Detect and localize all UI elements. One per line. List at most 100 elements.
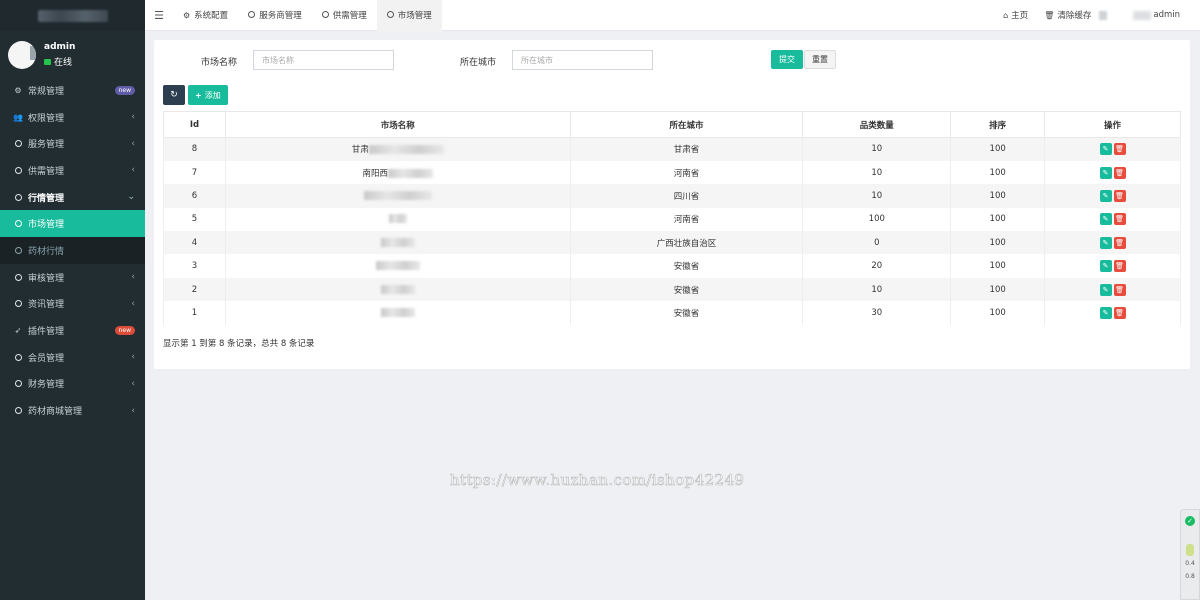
users-icon: 👥 bbox=[13, 112, 23, 122]
cell-actions: ✎ 🗑 bbox=[1044, 231, 1181, 255]
rocket-icon: ➶ bbox=[14, 326, 22, 336]
cell-category-count: 10 bbox=[802, 277, 952, 302]
delete-trash-icon[interactable]: 🗑 bbox=[1113, 166, 1126, 179]
table-row[interactable]: 3 安徽省 20 100 ✎ 🗑 bbox=[163, 254, 1181, 278]
user-menu[interactable]: admin bbox=[1125, 10, 1200, 20]
cell-actions: ✎ 🗑 bbox=[1044, 277, 1181, 302]
sidebar-item-members[interactable]: 会员管理 ‹ bbox=[0, 344, 145, 371]
col-header-sort[interactable]: 排序 bbox=[950, 111, 1046, 138]
sidebar-item-finance[interactable]: 财务管理 ‹ bbox=[0, 371, 145, 398]
table-row[interactable]: 6 四川省 10 100 ✎ 🗑 bbox=[163, 184, 1181, 208]
avatar bbox=[8, 41, 36, 69]
sidebar-item-market[interactable]: 市场管理 bbox=[0, 210, 145, 238]
widget-value-1: 0.4 bbox=[1185, 560, 1195, 567]
edit-pencil-icon[interactable]: ✎ bbox=[1099, 236, 1112, 249]
cell-id: 6 bbox=[163, 184, 226, 208]
col-header-actions: 操作 bbox=[1044, 111, 1181, 138]
cell-actions: ✎ 🗑 bbox=[1044, 184, 1181, 208]
cell-market-name bbox=[224, 184, 571, 208]
hamburger-menu-icon[interactable]: ☰ bbox=[145, 9, 173, 22]
top-navbar: ☰ ⚙ 系统配置 服务商管理 供需管理 市场管理 ⌂ 主页 🗑 清除缓存 admin bbox=[145, 0, 1200, 31]
sidebar-item-supply[interactable]: 供需管理 ‹ bbox=[0, 157, 145, 184]
tab-system-config[interactable]: ⚙ 系统配置 bbox=[173, 0, 238, 31]
edit-pencil-icon[interactable]: ✎ bbox=[1099, 213, 1112, 226]
cell-category-count: 0 bbox=[802, 231, 952, 255]
floating-widget[interactable]: ✓ 0.4 0.8 bbox=[1180, 509, 1200, 600]
circle-icon bbox=[13, 273, 23, 281]
cell-actions: ✎ 🗑 bbox=[1044, 254, 1181, 278]
add-button[interactable]: + 添加 bbox=[188, 85, 228, 105]
cell-sort: 100 bbox=[950, 301, 1046, 325]
edit-pencil-icon[interactable]: ✎ bbox=[1099, 306, 1112, 319]
clear-cache-link[interactable]: 🗑 清除缓存 bbox=[1036, 9, 1099, 22]
sidebar-item-services[interactable]: 服务管理 ‹ bbox=[0, 130, 145, 157]
sidebar-item-permissions[interactable]: 👥 权限管理 ‹ bbox=[0, 104, 145, 131]
col-header-category-count[interactable]: 品类数量 bbox=[802, 111, 952, 138]
edit-pencil-icon[interactable]: ✎ bbox=[1099, 283, 1112, 296]
city-input[interactable]: 所在城市 bbox=[512, 50, 653, 70]
delete-trash-icon[interactable]: 🗑 bbox=[1113, 189, 1126, 202]
cell-city: 安徽省 bbox=[569, 301, 804, 325]
cell-category-count: 30 bbox=[802, 301, 952, 325]
edit-pencil-icon[interactable]: ✎ bbox=[1099, 260, 1112, 273]
market-name-input[interactable]: 市场名称 bbox=[253, 50, 394, 70]
user-panel: admin 在线 bbox=[0, 35, 145, 75]
cell-market-name bbox=[224, 301, 571, 325]
content-card: 市场名称 市场名称 所在城市 所在城市 提交 重置 ↻ + 添加 Id 市场名称 … bbox=[154, 40, 1190, 369]
cell-sort: 100 bbox=[950, 231, 1046, 255]
refresh-button[interactable]: ↻ bbox=[163, 85, 185, 105]
sidebar-item-quotes[interactable]: 行情管理 ⌄ bbox=[0, 184, 145, 211]
fullscreen-icon[interactable] bbox=[1099, 10, 1108, 20]
edit-pencil-icon[interactable]: ✎ bbox=[1099, 189, 1112, 202]
tab-supply-demand[interactable]: 供需管理 bbox=[312, 0, 377, 31]
delete-trash-icon[interactable]: 🗑 bbox=[1113, 236, 1126, 249]
cell-sort: 100 bbox=[950, 160, 1046, 185]
chevron-left-icon: ‹ bbox=[131, 405, 135, 416]
table-header-row: Id 市场名称 所在城市 品类数量 排序 操作 bbox=[163, 111, 1181, 138]
table-row[interactable]: 2 安徽省 10 100 ✎ 🗑 bbox=[163, 277, 1181, 302]
delete-trash-icon[interactable]: 🗑 bbox=[1113, 213, 1126, 226]
home-link[interactable]: ⌂ 主页 bbox=[995, 9, 1036, 22]
delete-trash-icon[interactable]: 🗑 bbox=[1113, 143, 1126, 156]
tab-service-provider[interactable]: 服务商管理 bbox=[238, 0, 312, 31]
table-row[interactable]: 7 南阳西 河南省 10 100 ✎ 🗑 bbox=[163, 160, 1181, 185]
cell-actions: ✎ 🗑 bbox=[1044, 207, 1181, 232]
sidebar-item-herb-quotes[interactable]: 药材行情 bbox=[0, 237, 145, 264]
sidebar-item-herb-mall[interactable]: 药材商城管理 ‹ bbox=[0, 397, 145, 424]
table-toolbar: ↻ + 添加 bbox=[163, 85, 228, 105]
table-row[interactable]: 8 甘肃 甘肃省 10 100 ✎ 🗑 bbox=[163, 137, 1181, 161]
sidebar-item-general[interactable]: ⚙ 常规管理 new bbox=[0, 77, 145, 104]
check-icon: ✓ bbox=[1185, 516, 1195, 526]
refresh-icon: ↻ bbox=[170, 90, 178, 100]
pagination-summary: 显示第 1 到第 8 条记录，总共 8 条记录 bbox=[163, 339, 315, 349]
delete-trash-icon[interactable]: 🗑 bbox=[1113, 260, 1126, 273]
edit-pencil-icon[interactable]: ✎ bbox=[1099, 166, 1112, 179]
circle-icon bbox=[386, 10, 394, 20]
table-row[interactable]: 5 河南省 100 100 ✎ 🗑 bbox=[163, 207, 1181, 232]
col-header-market-name[interactable]: 市场名称 bbox=[224, 111, 571, 138]
table-row[interactable]: 1 安徽省 30 100 ✎ 🗑 bbox=[163, 301, 1181, 325]
status-indicator-icon bbox=[1186, 544, 1194, 556]
cell-sort: 100 bbox=[950, 137, 1046, 161]
reset-button[interactable]: 重置 bbox=[804, 50, 836, 69]
chevron-left-icon: ‹ bbox=[131, 378, 135, 389]
table-row[interactable]: 4 广西壮族自治区 0 100 ✎ 🗑 bbox=[163, 231, 1181, 255]
delete-trash-icon[interactable]: 🗑 bbox=[1113, 306, 1126, 319]
edit-pencil-icon[interactable]: ✎ bbox=[1099, 143, 1112, 156]
tab-market[interactable]: 市场管理 bbox=[376, 0, 442, 31]
cell-city: 四川省 bbox=[569, 184, 804, 208]
sidebar-item-news[interactable]: 资讯管理 ‹ bbox=[0, 291, 145, 318]
col-header-id[interactable]: Id bbox=[163, 111, 226, 138]
circle-icon bbox=[13, 407, 23, 415]
cell-id: 4 bbox=[163, 231, 226, 255]
sidebar: admin 在线 ⚙ 常规管理 new 👥 权限管理 ‹ 服务管理 ‹ 供需管理… bbox=[0, 0, 145, 600]
user-name: admin bbox=[44, 42, 76, 52]
cell-category-count: 10 bbox=[802, 184, 952, 208]
chevron-down-icon: ⌄ bbox=[127, 192, 135, 203]
sidebar-item-review[interactable]: 审核管理 ‹ bbox=[0, 264, 145, 291]
col-header-city[interactable]: 所在城市 bbox=[569, 111, 804, 138]
submit-button[interactable]: 提交 bbox=[771, 50, 803, 69]
logo[interactable] bbox=[0, 0, 145, 31]
sidebar-item-plugins[interactable]: ➶ 插件管理 new bbox=[0, 317, 145, 344]
delete-trash-icon[interactable]: 🗑 bbox=[1113, 283, 1126, 296]
